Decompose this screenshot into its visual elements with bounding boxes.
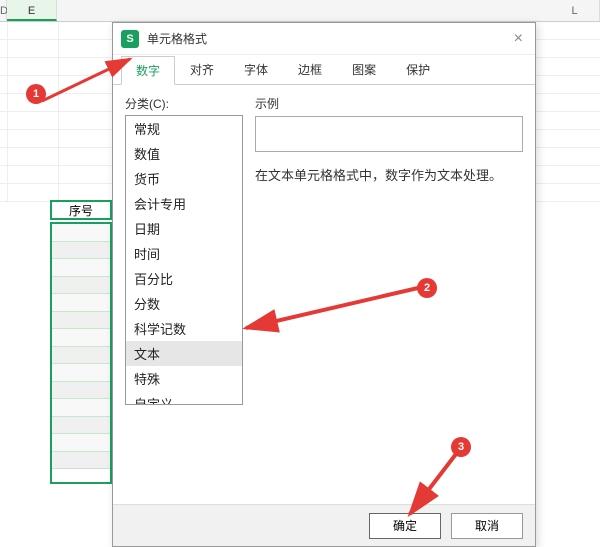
- tab-font[interactable]: 字体: [229, 55, 283, 84]
- dialog-titlebar[interactable]: S 单元格格式 ×: [113, 23, 535, 55]
- category-item-text[interactable]: 文本: [126, 341, 242, 366]
- category-listbox[interactable]: 常规 数值 货币 会计专用 日期 时间 百分比 分数 科学记数 文本 特殊 自定…: [125, 115, 243, 405]
- category-item-number[interactable]: 数值: [126, 141, 242, 166]
- tab-align[interactable]: 对齐: [175, 55, 229, 84]
- example-box: [255, 116, 523, 152]
- cell-format-dialog: S 单元格格式 × 数字 对齐 字体 边框 图案 保护 分类(C): 常规 数值…: [112, 22, 536, 547]
- category-item-date[interactable]: 日期: [126, 216, 242, 241]
- callout-1: 1: [26, 84, 46, 104]
- callout-2: 2: [417, 278, 437, 298]
- close-icon[interactable]: ×: [510, 30, 527, 48]
- category-item-fraction[interactable]: 分数: [126, 291, 242, 316]
- tab-protect[interactable]: 保护: [391, 55, 445, 84]
- app-icon: S: [121, 30, 139, 48]
- cancel-button[interactable]: 取消: [451, 513, 523, 539]
- category-item-accounting[interactable]: 会计专用: [126, 191, 242, 216]
- tab-bar: 数字 对齐 字体 边框 图案 保护: [113, 55, 535, 85]
- dialog-title: 单元格格式: [147, 30, 207, 47]
- tab-border[interactable]: 边框: [283, 55, 337, 84]
- category-item-special[interactable]: 特殊: [126, 366, 242, 391]
- category-item-percent[interactable]: 百分比: [126, 266, 242, 291]
- selected-range[interactable]: [50, 222, 112, 484]
- tab-number[interactable]: 数字: [121, 56, 175, 85]
- ok-button[interactable]: 确定: [369, 513, 441, 539]
- right-pane: 示例 在文本单元格格式中，数字作为文本处理。: [255, 95, 523, 187]
- category-item-scientific[interactable]: 科学记数: [126, 316, 242, 341]
- category-item-time[interactable]: 时间: [126, 241, 242, 266]
- col-header-e[interactable]: E: [7, 0, 57, 21]
- col-header-d[interactable]: D: [0, 0, 7, 21]
- tab-pattern[interactable]: 图案: [337, 55, 391, 84]
- dialog-footer: 确定 取消: [113, 504, 535, 546]
- category-item-general[interactable]: 常规: [126, 116, 242, 141]
- category-item-currency[interactable]: 货币: [126, 166, 242, 191]
- category-item-custom[interactable]: 自定义: [126, 391, 242, 405]
- example-label: 示例: [255, 95, 523, 112]
- column-headers: D E L: [0, 0, 600, 22]
- format-description: 在文本单元格格式中，数字作为文本处理。: [255, 166, 523, 187]
- selected-header-cell[interactable]: 序号: [50, 200, 112, 220]
- col-header-l[interactable]: L: [550, 0, 600, 21]
- dialog-body: 分类(C): 常规 数值 货币 会计专用 日期 时间 百分比 分数 科学记数 文…: [113, 85, 535, 505]
- callout-3: 3: [451, 437, 471, 457]
